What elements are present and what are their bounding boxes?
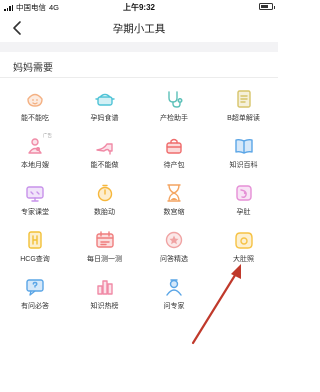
ad-tag: 广告 (43, 133, 52, 138)
tool-label: 本地月嫂 (21, 162, 49, 169)
battery-fill (261, 5, 268, 8)
belly-icon (235, 185, 252, 201)
status-time: 上午9:32 (122, 3, 155, 12)
tool-label: 数胎动 (94, 209, 115, 216)
tool-label: 有问必答 (21, 303, 49, 310)
tool-item[interactable]: 问专家 (139, 272, 209, 318)
tool-item[interactable]: 数宫缩 (139, 178, 209, 224)
tool-item[interactable]: 每日测一测 (70, 225, 140, 271)
qa-star-icon (165, 231, 183, 249)
hourglass-icon (167, 184, 181, 202)
tool-item[interactable]: HCG查询 (0, 225, 70, 271)
tool-item[interactable]: 知识百科 (209, 131, 279, 177)
battery-icon (259, 3, 275, 10)
tool-item[interactable]: 有问必答 (0, 272, 70, 318)
header-separator (0, 42, 278, 52)
tool-label: 问答精选 (160, 256, 188, 263)
tool-item[interactable]: 能不能做 (70, 131, 140, 177)
calendar-check-icon (95, 231, 114, 248)
tool-label: 数宫缩 (163, 209, 185, 216)
tool-label: HCG查询 (20, 256, 50, 263)
tool-item[interactable]: 孕妈食谱 (70, 84, 140, 130)
bar-chart-icon (96, 280, 113, 295)
section-divider (0, 77, 278, 78)
high-heel-icon (95, 143, 113, 155)
tool-label: 待产包 (163, 162, 185, 169)
timer-icon (97, 184, 112, 202)
tool-item[interactable]: 能不能吃 (0, 84, 70, 130)
tool-label: 专家课堂 (21, 209, 49, 216)
tool-item[interactable]: 待产包 (139, 131, 209, 177)
question-bubble-icon (26, 279, 44, 296)
ultrasound-report-icon (236, 90, 251, 108)
tool-label: 大肚照 (233, 256, 254, 263)
hcg-icon (28, 231, 42, 249)
tool-item[interactable]: 专家课堂 (0, 178, 70, 224)
tool-label: 问专家 (163, 303, 185, 310)
tool-label: 能不能做 (90, 162, 119, 169)
status-bar: 中国电信 4G 上午9:32 (0, 0, 278, 14)
tool-label: B超单解读 (227, 115, 260, 122)
tool-label: 知识热榜 (90, 303, 119, 310)
tool-item[interactable]: 知识热榜 (70, 272, 140, 318)
tool-item[interactable]: B超单解读 (209, 84, 279, 130)
tv-icon (26, 186, 44, 202)
tool-label: 知识百科 (229, 162, 258, 169)
tool-label: 每日测一测 (87, 256, 122, 263)
tool-label: 产检助手 (160, 115, 188, 122)
belly-photo-icon (234, 232, 253, 249)
stethoscope-icon (168, 91, 183, 108)
tool-item[interactable]: 数胎动 (70, 178, 140, 224)
tool-item[interactable]: 问答精选 (139, 225, 209, 271)
tool-label: 能不能吃 (21, 115, 49, 122)
tool-label: 孕肚 (236, 209, 251, 216)
pot-icon (94, 93, 115, 106)
book-icon (234, 138, 253, 154)
tool-item[interactable]: 孕肚 (209, 178, 279, 224)
doctor-icon (166, 279, 182, 296)
tool-item[interactable]: 大肚照 (209, 225, 279, 271)
nanny-icon (28, 138, 42, 154)
bag-icon (166, 138, 182, 154)
bowl-face-icon (27, 93, 43, 107)
nav-bar: 孕期小工具 (0, 14, 278, 42)
tool-item[interactable]: 广告本地月嫂 (0, 131, 70, 177)
tool-item[interactable]: 产检助手 (139, 84, 209, 130)
tool-label: 孕妈食谱 (90, 115, 119, 122)
section-title: 妈妈需要 (13, 63, 53, 74)
page-title: 孕期小工具 (112, 23, 166, 35)
